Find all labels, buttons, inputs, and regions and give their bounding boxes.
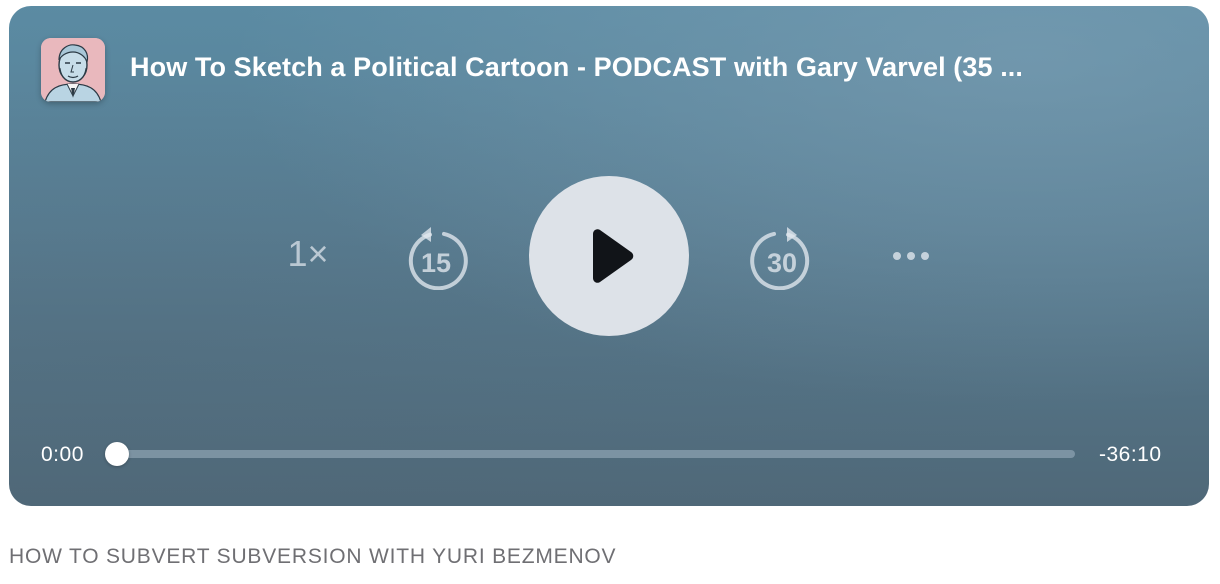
skip-back-15-button[interactable]: 15	[404, 226, 468, 291]
skip-forward-label: 30	[766, 248, 798, 278]
play-icon	[593, 229, 634, 283]
portrait-illustration-icon	[41, 38, 105, 102]
ellipsis-icon	[893, 252, 929, 260]
more-options-button[interactable]	[887, 238, 935, 274]
progress-scrubber[interactable]	[105, 442, 1075, 466]
playback-speed-button[interactable]: 1×	[286, 232, 330, 276]
time-remaining: -36:10	[1099, 443, 1162, 466]
podcast-player: How To Sketch a Political Cartoon - PODC…	[9, 6, 1209, 506]
skip-forward-30-button[interactable]: 30	[750, 226, 814, 291]
play-button[interactable]	[529, 176, 689, 336]
progress-thumb[interactable]	[105, 442, 129, 466]
time-elapsed: 0:00	[41, 443, 84, 466]
show-title: HOW TO SUBVERT SUBVERSION WITH YURI BEZM…	[9, 545, 617, 568]
episode-title: How To Sketch a Political Cartoon - PODC…	[130, 52, 1024, 82]
podcast-artwork[interactable]	[41, 38, 105, 102]
skip-back-label: 15	[420, 248, 452, 278]
